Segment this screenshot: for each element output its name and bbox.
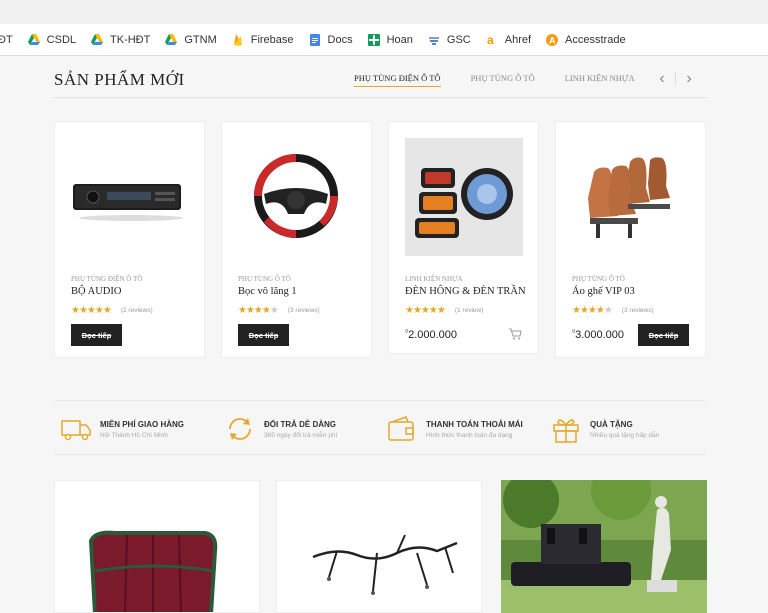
product-card[interactable] [54,480,260,613]
bookmark-docs[interactable]: Docs [308,33,353,47]
product-image-wiring-harness[interactable] [277,481,482,613]
product-category: PHỤ TÙNG Ô TÔ [572,275,625,283]
bookmark-hoan[interactable]: Hoan [367,33,413,47]
product-rating: ★★★★★ (3 reviews) [238,305,320,316]
section-title: SẢN PHẨM MỚI [54,70,185,89]
feature-easy-return: ĐỔI TRẢ DỄ DÀNG 365 ngày đổi trả miễn phí [224,413,337,445]
bookmark-dt[interactable]: ĐT [0,34,13,46]
read-more-button[interactable]: Đọc tiếp [638,324,689,346]
product-price: ₫2.000.000 [405,329,458,341]
star-rating-icon: ★★★★★ [238,305,279,316]
product-name[interactable]: BỘ AUDIO [71,286,121,297]
star-rating-icon: ★★★★★ [71,305,112,316]
product-card[interactable]: PHỤ TÙNG Ô TÔ Bọc vô lăng 1 ★★★★★ (3 rev… [221,121,372,358]
google-drive-icon [27,33,40,45]
svg-text:a: a [487,33,494,47]
refresh-icon [229,418,251,440]
product-category: PHỤ TÙNG Ô TÔ [238,275,291,283]
chevron-right-icon[interactable]: › [678,70,700,88]
bookmark-firebase[interactable]: Firebase [231,33,294,47]
star-rating-icon: ★★★★★ [572,305,613,316]
divider [675,72,676,86]
product-card[interactable] [501,480,707,613]
product-rating: ★★★★★ (2 reviews) [71,305,153,316]
tab-linh-kien-nhua[interactable]: LINH KIỆN NHỰA [565,73,635,87]
product-card[interactable]: PHỤ TÙNG ĐIỆN Ô TÔ BỘ AUDIO ★★★★★ (2 rev… [54,121,205,358]
accesstrade-icon: A [546,33,559,46]
product-image-car-audio[interactable] [71,138,189,256]
product-rating: ★★★★★ (3 reviews) [572,305,654,316]
carousel-arrows: ‹ › [651,70,700,88]
search-console-icon [428,36,439,45]
svg-text:A: A [549,35,556,45]
feature-gift: QUÀ TẶNG Nhiều quà tặng hấp dẫn [550,413,659,445]
star-rating-icon: ★★★★★ [405,305,446,316]
product-price: ₫3.000.000 [572,329,625,341]
feature-title: QUÀ TẶNG [590,419,633,429]
bookmark-accesstrade[interactable]: A Accesstrade [545,33,626,47]
tab-phu-tung-dien-o-to[interactable]: PHỤ TÙNG ĐIỆN Ô TÔ [354,73,441,87]
product-card[interactable]: PHỤ TÙNG Ô TÔ Áo ghế VIP 03 ★★★★★ (3 rev… [555,121,706,358]
bookmark-tk-hdt[interactable]: TK-HĐT [90,33,150,47]
review-count[interactable]: (3 reviews) [622,307,654,314]
google-drive-icon [91,33,104,45]
product-name[interactable]: Áo ghế VIP 03 [572,286,635,297]
product-card[interactable] [276,480,482,613]
feature-subtitle: Nội Thành Hồ Chí Minh [100,431,168,439]
amazon-icon: a [487,33,494,47]
product-image-car-seats[interactable] [572,138,690,256]
section-header: SẢN PHẨM MỚI PHỤ TÙNG ĐIỆN Ô TÔ PHỤ TÙNG… [54,60,706,98]
wallet-icon [388,416,414,441]
review-count[interactable]: (3 reviews) [288,307,320,314]
feature-subtitle: 365 ngày đổi trả miễn phí [264,431,338,439]
feature-title: ĐỔI TRẢ DỄ DÀNG [264,419,336,429]
gift-icon [553,419,579,443]
review-count[interactable]: (1 review) [455,307,484,314]
category-tabs: PHỤ TÙNG ĐIỆN Ô TÔ PHỤ TÙNG Ô TÔ LINH KI… [354,73,665,87]
feature-title: MIỄN PHÍ GIAO HÀNG [100,419,185,429]
feature-free-shipping: MIỄN PHÍ GIAO HÀNG Nội Thành Hồ Chí Minh [60,413,184,445]
bookmark-ahref[interactable]: a Ahref [485,33,531,47]
product-category: PHỤ TÙNG ĐIỆN Ô TÔ [71,275,143,283]
cart-icon[interactable] [508,327,522,341]
review-count[interactable]: (2 reviews) [121,307,153,314]
truck-icon [61,420,91,441]
product-category: LINH KIỆN NHỰA [405,275,463,283]
firebase-icon [233,33,242,46]
google-docs-icon [309,33,320,46]
product-card[interactable]: LINH KIỆN NHỰA ĐÈN HÔNG & ĐÈN TRẦN ★★★★★… [388,121,539,354]
product-image-seat-cover[interactable] [55,481,260,613]
feature-payment: THANH TOÁN THOẢI MÁI Hình thức thanh toán… [386,413,523,445]
product-image-steering-cover[interactable] [238,138,356,256]
product-name[interactable]: ĐÈN HÔNG & ĐÈN TRẦN [405,286,526,297]
bookmark-gsc[interactable]: GSC [427,33,471,47]
product-rating: ★★★★★ (1 review) [405,305,483,316]
browser-tabstrip [0,0,768,24]
read-more-button[interactable]: Đọc tiếp [71,324,122,346]
bookmark-gtnm[interactable]: GTNM [164,33,217,47]
product-image-garden-furniture[interactable] [501,480,707,613]
feature-title: THANH TOÁN THOẢI MÁI [426,419,523,429]
feature-subtitle: Hình thức thanh toán đa dạng [426,431,513,439]
chevron-left-icon[interactable]: ‹ [651,70,673,88]
google-sheets-icon [367,33,380,46]
google-drive-icon [165,33,178,45]
product-name[interactable]: Bọc vô lăng 1 [238,286,297,297]
product-image-car-lights[interactable] [405,138,523,256]
feature-subtitle: Nhiều quà tặng hấp dẫn [590,431,660,439]
read-more-button[interactable]: Đọc tiếp [238,324,289,346]
features-bar: MIỄN PHÍ GIAO HÀNG Nội Thành Hồ Chí Minh … [54,400,706,455]
bookmark-csdl[interactable]: CSDL [27,33,76,47]
bookmarks-bar: ĐT CSDL TK-HĐT GTNM Firebase Docs Hoan G… [0,24,768,56]
tab-phu-tung-o-to[interactable]: PHỤ TÙNG Ô TÔ [471,73,535,87]
